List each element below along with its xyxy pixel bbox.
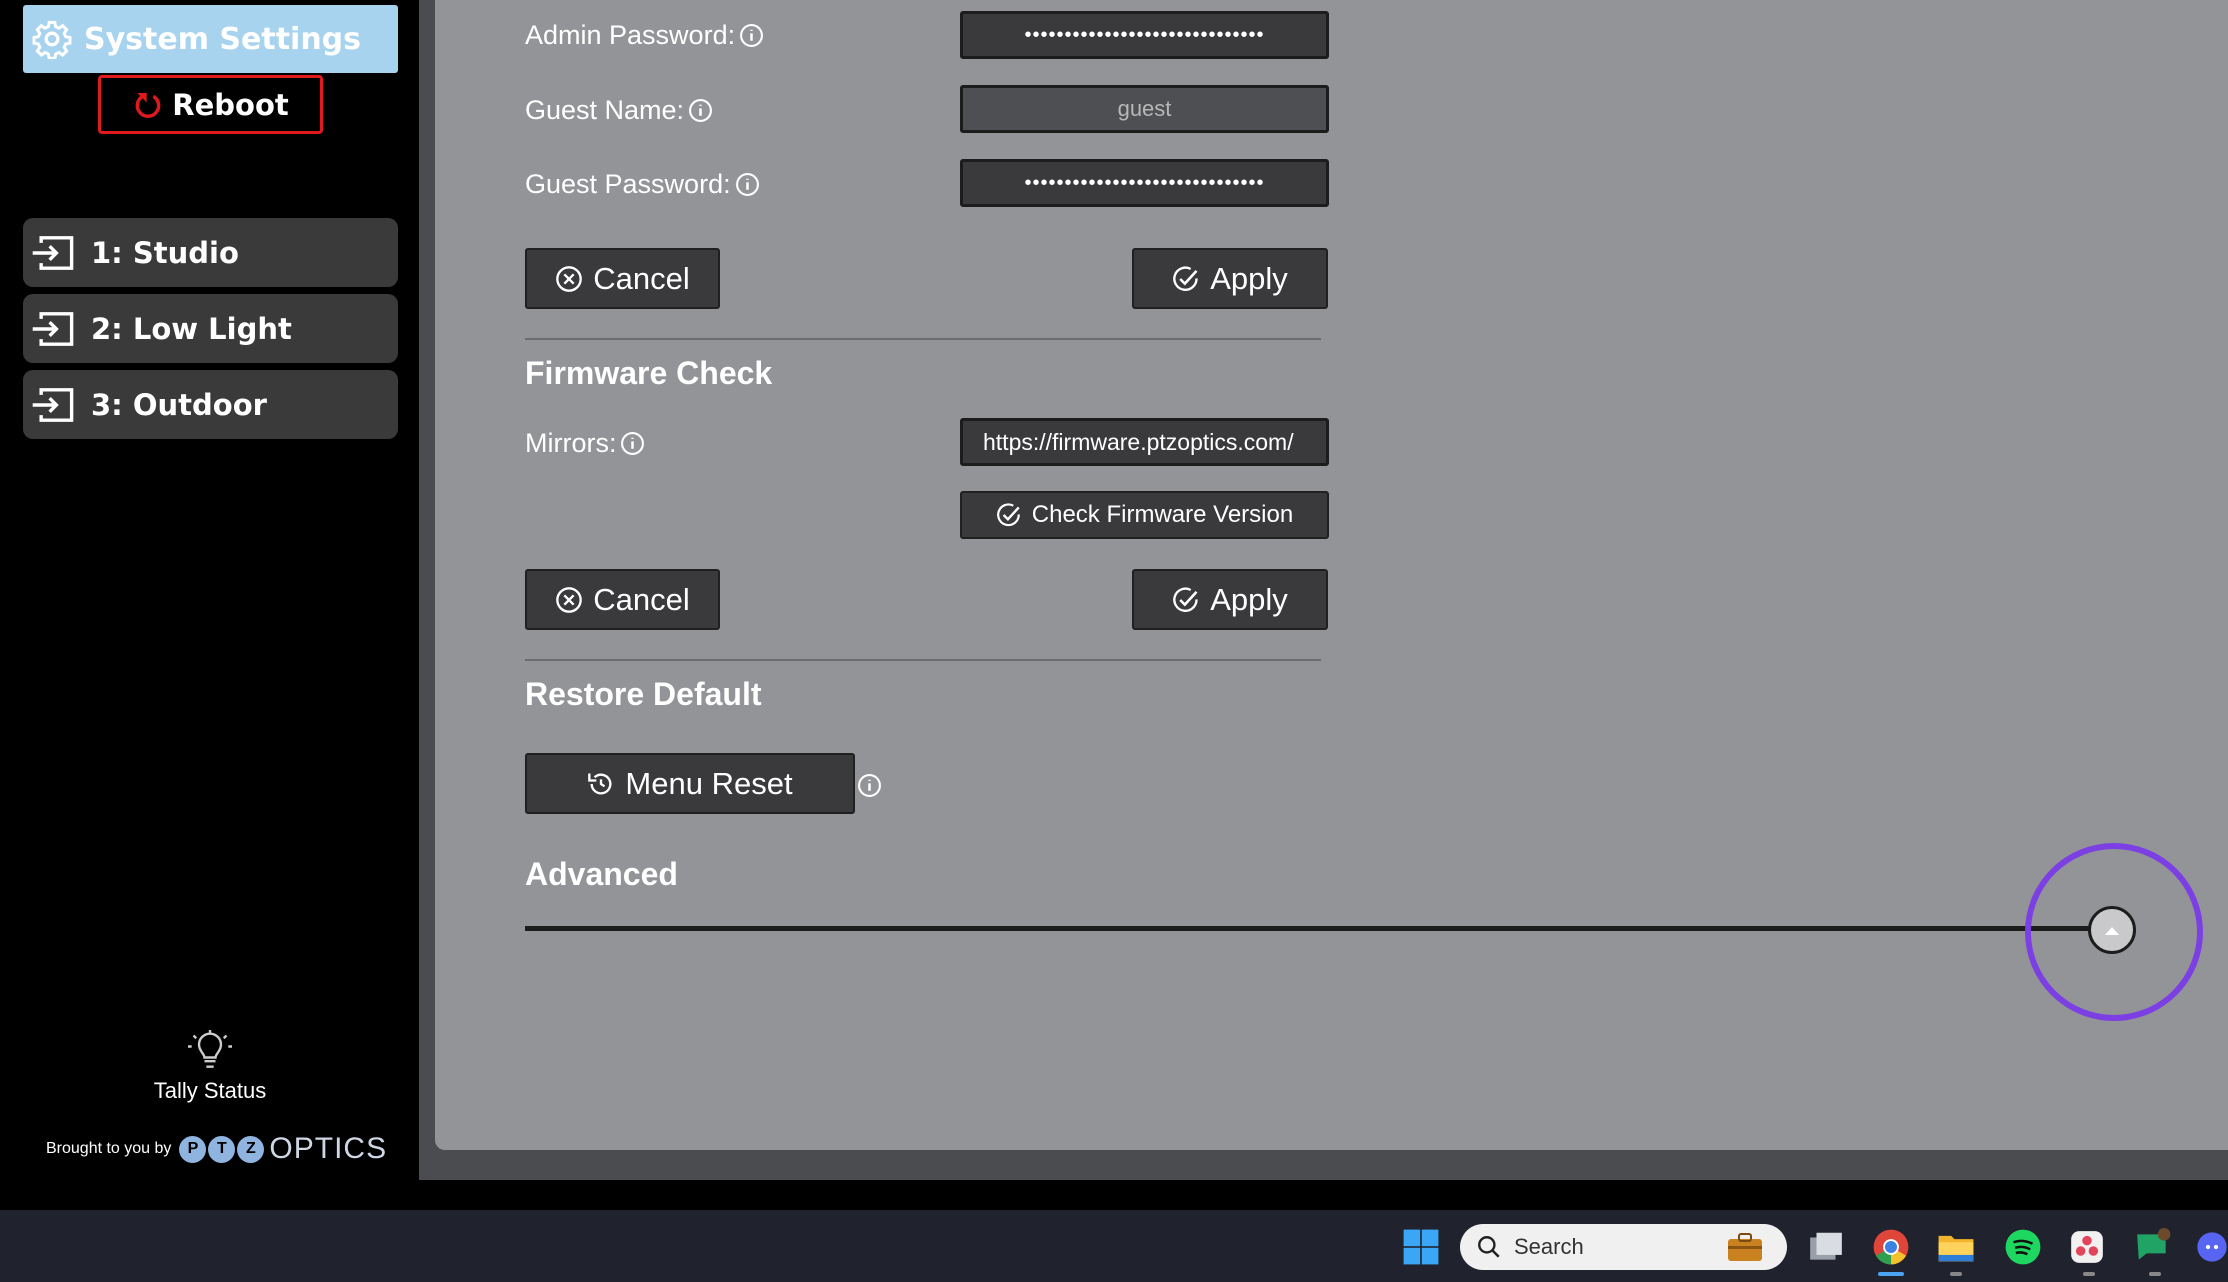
- preset-label: 3: Outdoor: [91, 387, 267, 422]
- check-circle-icon: [996, 503, 1020, 527]
- check-firmware-button[interactable]: Check Firmware Version: [960, 491, 1329, 539]
- section-divider: [525, 659, 1321, 661]
- reboot-label: Reboot: [172, 87, 289, 122]
- firmware-check-heading: Firmware Check: [525, 355, 773, 391]
- section-divider: [525, 338, 1321, 340]
- app-indicator: [2149, 1272, 2161, 1276]
- info-icon[interactable]: [739, 23, 764, 48]
- recall-preset-icon: [32, 235, 74, 270]
- brand-footer: Brought to you by P T Z OPTICS: [46, 1132, 387, 1166]
- guest-name-row-label: Guest Name:: [525, 95, 713, 126]
- info-icon[interactable]: [688, 98, 713, 123]
- windows-start-icon[interactable]: [1398, 1224, 1444, 1270]
- taskbar-search[interactable]: Search: [1460, 1224, 1787, 1270]
- info-icon[interactable]: [735, 172, 760, 197]
- menu-reset-button[interactable]: Menu Reset: [525, 753, 855, 814]
- advanced-divider: [525, 926, 2122, 931]
- taskbar-spacer: [0, 1180, 2228, 1210]
- guest-password-field[interactable]: ••••••••••••••••••••••••••••••: [960, 159, 1329, 207]
- tally-status: Tally Status: [110, 1030, 310, 1104]
- search-icon: [1478, 1236, 1500, 1258]
- app-indicator: [2083, 1272, 2095, 1276]
- briefcase-icon: [1728, 1233, 1762, 1261]
- app-indicator: [1950, 1272, 1962, 1276]
- firmware-cancel-button[interactable]: Cancel: [525, 569, 720, 630]
- reboot-button[interactable]: Reboot: [98, 75, 323, 134]
- mirrors-url-field[interactable]: https://firmware.ptzoptics.com/: [960, 418, 1329, 466]
- system-settings-label: System Settings: [84, 21, 362, 57]
- advanced-heading: Advanced: [525, 856, 678, 892]
- recall-preset-icon: [32, 387, 74, 422]
- task-view-icon[interactable]: [1803, 1224, 1849, 1270]
- info-icon[interactable]: [620, 431, 645, 456]
- guest-name-field[interactable]: guest: [960, 85, 1329, 133]
- preset-label: 1: Studio: [91, 235, 239, 270]
- active-app-indicator: [1878, 1272, 1904, 1276]
- preset-studio[interactable]: 1: Studio: [23, 218, 398, 287]
- chat-app-icon[interactable]: [2130, 1224, 2176, 1270]
- app-icon[interactable]: [2064, 1224, 2110, 1270]
- reset-icon: [588, 773, 612, 795]
- info-icon[interactable]: [857, 773, 882, 798]
- discord-icon[interactable]: [2196, 1224, 2228, 1270]
- scroll-to-top-button[interactable]: [2088, 906, 2136, 954]
- tally-label: Tally Status: [153, 1078, 267, 1103]
- gear-icon: [32, 20, 72, 59]
- account-cancel-button[interactable]: Cancel: [525, 248, 720, 309]
- chevron-up-icon: [2105, 927, 2119, 935]
- admin-password-row-label: Admin Password:: [525, 20, 764, 51]
- mirrors-row-label: Mirrors:: [525, 428, 645, 459]
- check-circle-icon: [1173, 586, 1198, 612]
- admin-password-field[interactable]: ••••••••••••••••••••••••••••••: [960, 11, 1329, 59]
- sidebar: System Settings Reboot 1: Studio 2: Low …: [0, 0, 419, 1180]
- cancel-icon: [556, 265, 583, 292]
- spotify-icon[interactable]: [2000, 1224, 2046, 1270]
- search-placeholder: Search: [1514, 1234, 1584, 1259]
- restore-default-heading: Restore Default: [525, 676, 762, 712]
- power-icon: [135, 92, 161, 118]
- preset-label: 2: Low Light: [91, 311, 292, 346]
- recall-preset-icon: [32, 311, 74, 346]
- account-apply-button[interactable]: Apply: [1132, 248, 1328, 309]
- preset-low-light[interactable]: 2: Low Light: [23, 294, 398, 363]
- check-circle-icon: [1173, 265, 1198, 291]
- brought-by-text: Brought to you by: [46, 1140, 172, 1157]
- preset-outdoor[interactable]: 3: Outdoor: [23, 370, 398, 439]
- guest-password-row-label: Guest Password:: [525, 169, 760, 200]
- cancel-icon: [556, 586, 583, 613]
- file-explorer-icon[interactable]: [1933, 1224, 1979, 1270]
- system-settings-button[interactable]: System Settings: [23, 5, 398, 73]
- chrome-icon[interactable]: [1868, 1224, 1914, 1270]
- ptzoptics-logo: P T Z OPTICS: [179, 1132, 387, 1166]
- lightbulb-icon: [188, 1030, 232, 1068]
- firmware-apply-button[interactable]: Apply: [1132, 569, 1328, 630]
